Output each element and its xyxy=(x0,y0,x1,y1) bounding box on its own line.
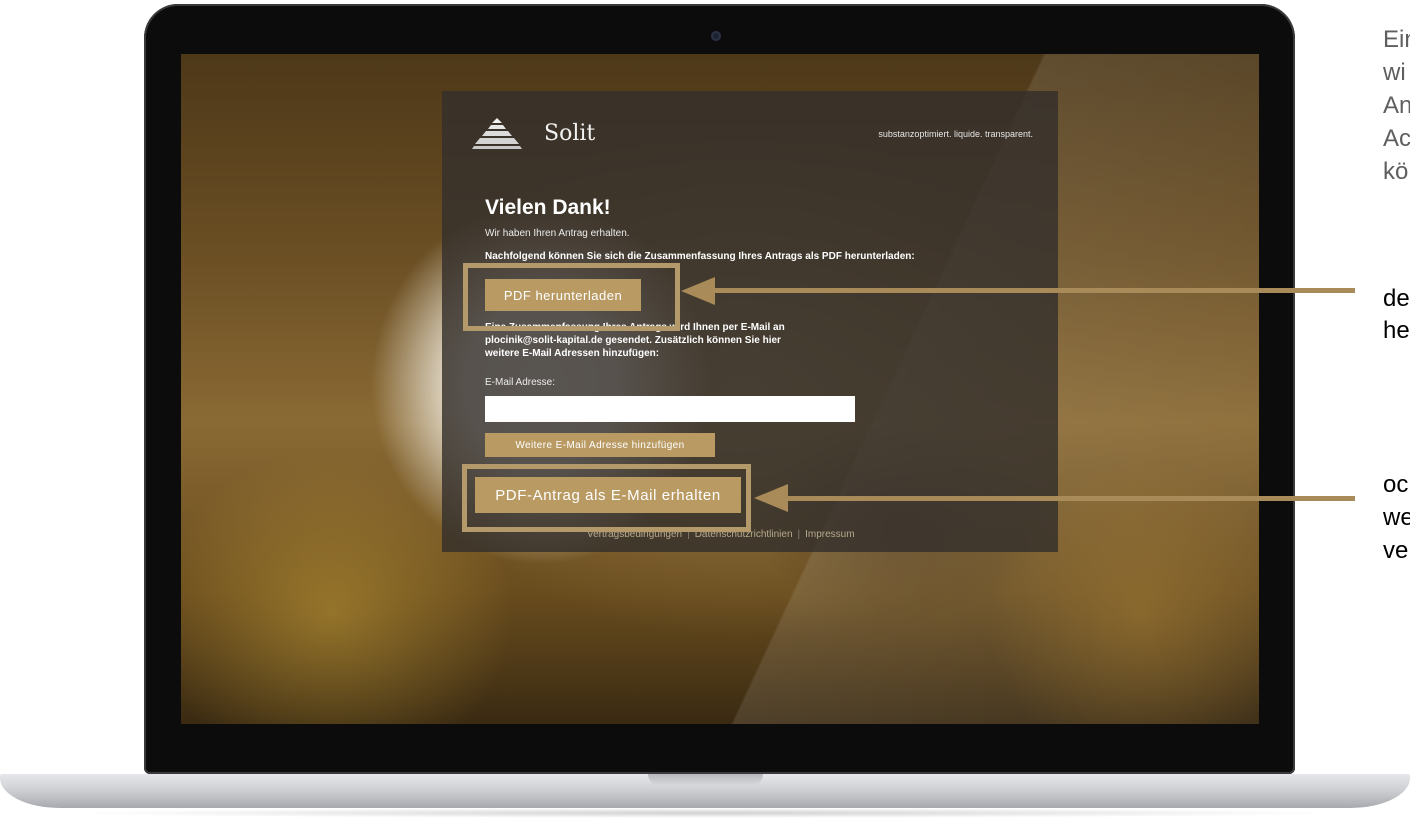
tagline: substanzoptimiert. liquide. transparent. xyxy=(878,129,1033,139)
pyramid-logo-icon xyxy=(472,118,522,149)
received-message: Wir haben Ihren Antrag erhalten. xyxy=(485,228,630,239)
brand[interactable]: Solit xyxy=(472,113,595,153)
pdf-button-highlight xyxy=(463,263,680,331)
intro-text-line: An xyxy=(1383,92,1410,119)
email-button-highlight xyxy=(462,464,751,532)
intro-text-line: Ac xyxy=(1383,125,1410,152)
arrow-pdf-line xyxy=(712,288,1355,293)
email-callout-line: we xyxy=(1383,504,1410,531)
email-input[interactable] xyxy=(485,396,855,422)
email-callout-line: ve xyxy=(1383,537,1409,564)
intro-text-line: kö xyxy=(1383,158,1409,185)
screen: Solit substanzoptimiert. liquide. transp… xyxy=(181,54,1259,724)
camera-icon xyxy=(711,31,721,41)
email-label: E-Mail Adresse: xyxy=(485,377,556,388)
laptop-shadow xyxy=(60,808,1350,818)
intro-text-line: Ein xyxy=(1383,26,1410,53)
arrow-email-head-icon xyxy=(754,484,788,512)
brand-name: Solit xyxy=(544,120,596,146)
footer-link-imprint[interactable]: Impressum xyxy=(805,529,854,540)
intro-text-line: wi xyxy=(1383,59,1406,86)
page-title: Vielen Dank! xyxy=(485,196,611,219)
arrow-email-line xyxy=(788,496,1355,501)
download-instruction: Nachfolgend können Sie sich die Zusammen… xyxy=(485,251,915,262)
email-callout-line: oc xyxy=(1383,471,1409,498)
arrow-pdf-head-icon xyxy=(681,277,715,305)
add-email-button[interactable]: Weitere E-Mail Adresse hinzufügen xyxy=(485,433,715,457)
laptop-notch xyxy=(648,774,763,786)
pdf-callout-line: de xyxy=(1383,285,1410,312)
email-info-line: plocinik@solit-kapital.de gesendet. Zusä… xyxy=(485,335,781,346)
footer-separator: | xyxy=(797,529,801,540)
email-info-line: weitere E-Mail Adressen hinzufügen: xyxy=(485,348,660,359)
pdf-callout-line: he xyxy=(1383,317,1410,344)
